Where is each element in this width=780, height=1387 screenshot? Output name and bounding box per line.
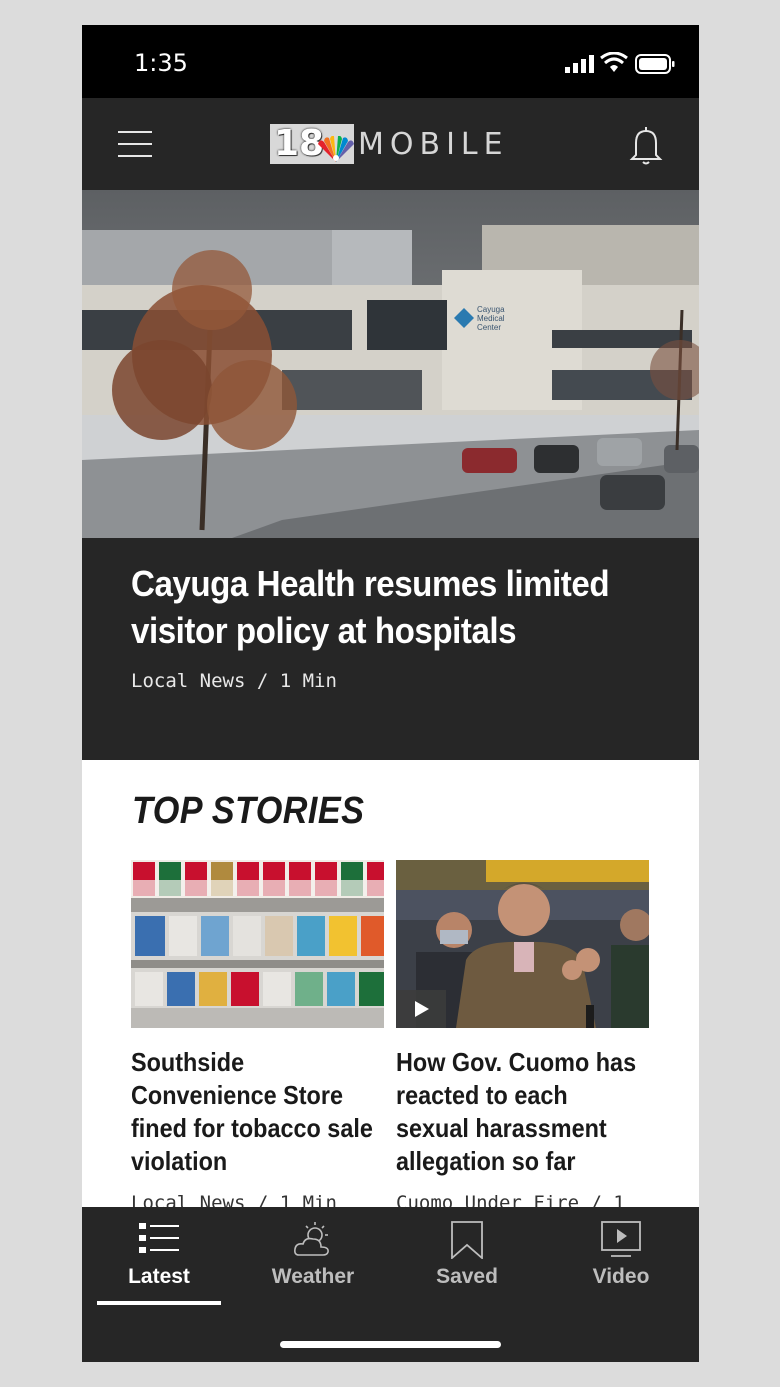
list-icon: [139, 1223, 179, 1253]
tab-label: Video: [592, 1265, 650, 1288]
section-title: TOP STORIES: [132, 790, 365, 832]
video-play-badge[interactable]: [396, 990, 446, 1028]
battery-icon: [635, 54, 675, 74]
tab-label: Saved: [436, 1265, 498, 1288]
home-indicator[interactable]: [280, 1341, 501, 1348]
tab-video[interactable]: Video: [544, 1207, 698, 1307]
hero-meta: Local News / 1 Min: [131, 670, 337, 692]
story-thumbnail[interactable]: [396, 860, 649, 1028]
peacock-logo-icon: [318, 136, 354, 162]
bottom-tab-bar: Latest Weather Saved Video: [82, 1207, 699, 1362]
status-bar: 1:35: [82, 25, 699, 98]
cellular-signal-icon: [565, 55, 594, 73]
wifi-icon: [600, 52, 628, 72]
hamburger-menu-icon[interactable]: [118, 131, 152, 157]
app-header: 18 MOBILE: [82, 98, 699, 190]
story-card[interactable]: How Gov. Cuomo has reacted to each sexua…: [396, 860, 649, 1214]
story-card[interactable]: Southside Convenience Store fined for to…: [131, 860, 384, 1214]
logo-word: MOBILE: [358, 127, 509, 162]
svg-text:Center: Center: [477, 323, 501, 332]
phone-screen: 1:35 18 MOBILE Cayuga Medical Center Cay…: [82, 25, 699, 1362]
weather-icon: [294, 1222, 329, 1256]
tab-weather[interactable]: Weather: [236, 1207, 390, 1307]
hero-caption[interactable]: Cayuga Health resumes limited visitor po…: [82, 538, 699, 760]
story-headline[interactable]: How Gov. Cuomo has reacted to each sexua…: [396, 1046, 639, 1178]
bookmark-icon: [451, 1221, 483, 1259]
video-play-icon: [601, 1221, 641, 1257]
svg-text:Cayuga: Cayuga: [477, 305, 505, 314]
tab-label: Latest: [128, 1265, 190, 1288]
hero-headline[interactable]: Cayuga Health resumes limited visitor po…: [131, 560, 610, 654]
story-headline[interactable]: Southside Convenience Store fined for to…: [131, 1046, 374, 1178]
app-logo[interactable]: 18 MOBILE: [270, 124, 510, 166]
svg-text:Medical: Medical: [477, 314, 505, 323]
active-tab-indicator: [97, 1301, 221, 1305]
tab-label: Weather: [271, 1265, 355, 1288]
hero-image[interactable]: Cayuga Medical Center: [82, 190, 699, 538]
cigarette-shelf-photo: [131, 860, 384, 1028]
tab-latest[interactable]: Latest: [82, 1207, 236, 1307]
tab-saved[interactable]: Saved: [390, 1207, 544, 1307]
hospital-photo: Cayuga Medical Center: [82, 190, 699, 538]
bell-icon[interactable]: [628, 125, 664, 167]
play-icon: [415, 1001, 429, 1017]
story-thumbnail[interactable]: [131, 860, 384, 1028]
status-time: 1:35: [134, 49, 188, 77]
